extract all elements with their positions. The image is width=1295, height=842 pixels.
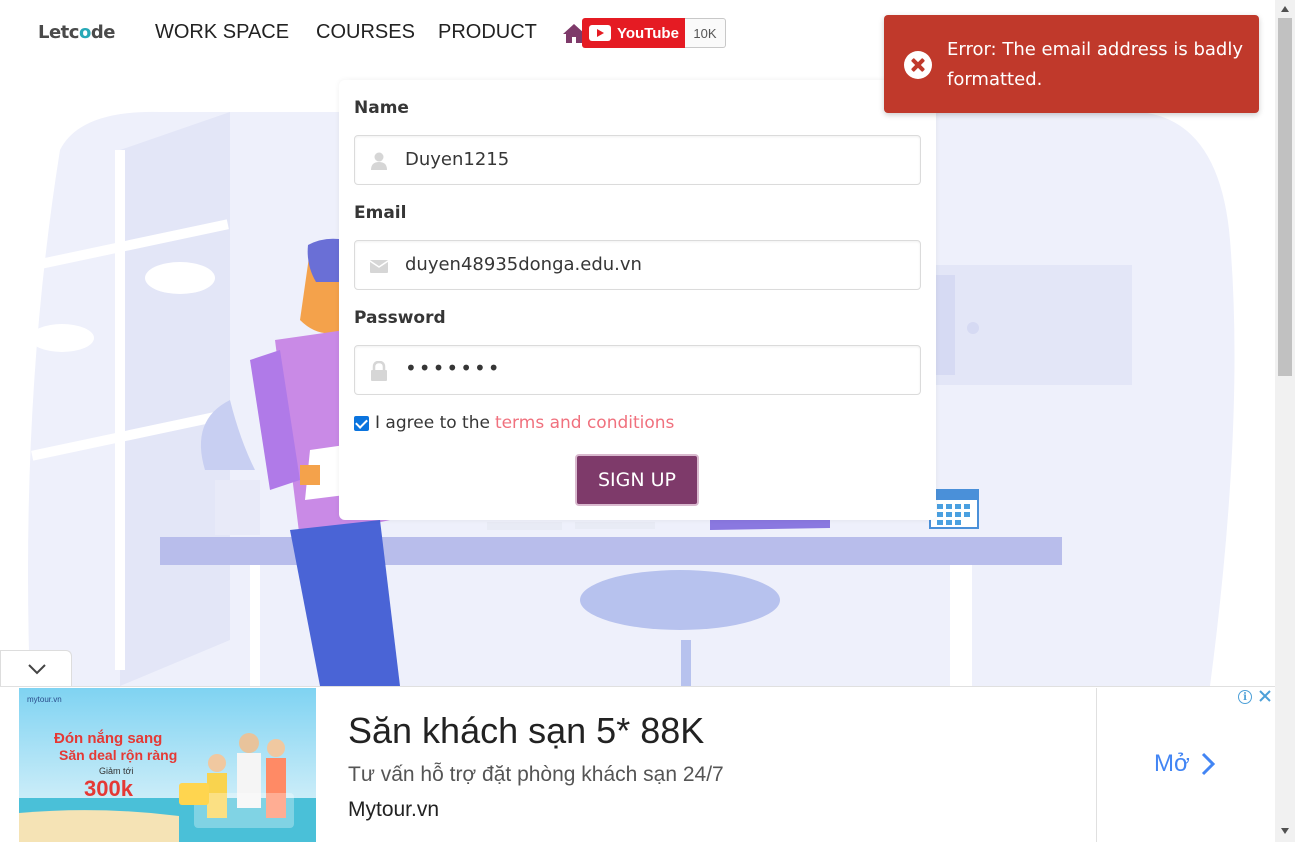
ad-info-icon[interactable]: i — [1238, 690, 1252, 704]
letcode-logo[interactable]: Letcode — [38, 22, 115, 43]
ad-description: Tư vấn hỗ trợ đặt phòng khách sạn 24/7 — [348, 763, 724, 786]
nav-courses[interactable]: COURSES — [316, 21, 415, 44]
agree-text: I agree to the — [375, 413, 490, 433]
error-icon — [904, 51, 932, 79]
page-scrollbar[interactable] — [1275, 0, 1295, 842]
ad-open-label: Mở — [1154, 750, 1190, 777]
agree-row: I agree to the terms and conditions — [354, 413, 674, 433]
scrollbar-thumb[interactable] — [1278, 18, 1292, 376]
logo-text-end: de — [90, 22, 116, 43]
password-value: ••••••• — [405, 356, 502, 380]
password-label: Password — [354, 308, 446, 328]
ad-site-name[interactable]: Mytour.vn — [348, 798, 439, 822]
ad-banner-line2: Săn deal rộn ràng — [59, 747, 177, 763]
user-icon — [371, 152, 387, 170]
youtube-label: YouTube — [617, 24, 679, 42]
error-toast[interactable]: Error: The email address is badly format… — [884, 15, 1259, 113]
ad-cta-area[interactable]: Mở — [1096, 688, 1275, 842]
page: Letcode WORK SPACE COURSES PRODUCT YouTu… — [0, 0, 1295, 842]
ad-banner-brand: mytour.vn — [27, 695, 62, 704]
ad-open-button[interactable]: Mở — [1154, 750, 1216, 778]
email-field[interactable]: duyen48935donga.edu.vn — [354, 240, 921, 290]
ad-headline[interactable]: Săn khách sạn 5* 88K — [348, 710, 704, 752]
email-label: Email — [354, 203, 407, 223]
agree-checkbox[interactable] — [354, 415, 369, 431]
chevron-right-icon — [1201, 752, 1215, 776]
error-message: Error: The email address is badly format… — [947, 39, 1243, 90]
logo-text-o: o — [78, 22, 91, 43]
signup-form-card: Name Duyen1215 Email duyen48935donga.edu… — [339, 80, 936, 520]
email-value: duyen48935donga.edu.vn — [405, 254, 642, 275]
envelope-icon — [369, 260, 389, 273]
ad-text-area[interactable]: Săn khách sạn 5* 88K Tư vấn hỗ trợ đặt p… — [316, 688, 1096, 842]
terms-link[interactable]: terms and conditions — [495, 413, 674, 433]
ad-banner-line3: Giảm tới — [99, 766, 133, 776]
name-value: Duyen1215 — [405, 149, 510, 170]
logo-text-start: Letc — [38, 22, 79, 43]
chevron-down-icon — [28, 664, 46, 675]
bottom-ad-banner[interactable]: mytour.vn Đón nắng sang Săn deal rộn ràn… — [0, 686, 1275, 842]
lock-icon — [371, 361, 387, 381]
ad-banner-amount: 300k — [84, 776, 134, 801]
signup-button[interactable]: SIGN UP — [575, 454, 699, 506]
ad-banner-line1: Đón nắng sang — [54, 729, 162, 747]
ad-collapse-toggle[interactable] — [0, 650, 72, 686]
password-field[interactable]: ••••••• — [354, 345, 921, 395]
nav-workspace[interactable]: WORK SPACE — [155, 21, 289, 44]
youtube-subscriber-count: 10K — [685, 18, 726, 48]
name-field[interactable]: Duyen1215 — [354, 135, 921, 185]
name-label: Name — [354, 98, 409, 118]
scroll-up-arrow-icon[interactable] — [1281, 6, 1289, 12]
nav-product[interactable]: PRODUCT — [438, 21, 537, 44]
youtube-subscribe-button[interactable]: YouTube — [582, 18, 685, 48]
ad-image[interactable]: mytour.vn Đón nắng sang Săn deal rộn ràn… — [19, 688, 316, 842]
scroll-down-arrow-icon[interactable] — [1281, 828, 1289, 834]
youtube-play-icon — [589, 25, 611, 41]
ad-close-icon[interactable] — [1258, 688, 1272, 704]
